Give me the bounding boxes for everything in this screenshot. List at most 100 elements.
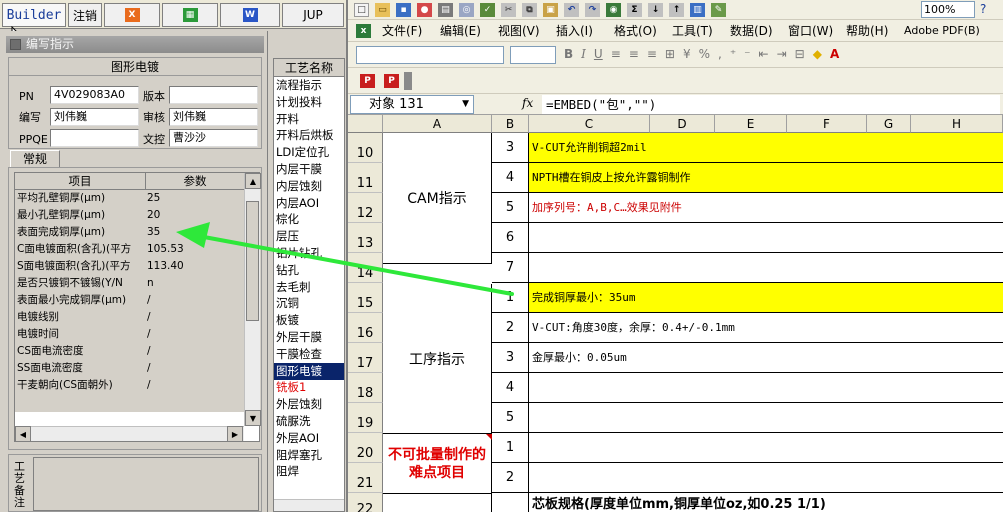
process-list-item[interactable]: 外层AOI [274, 430, 344, 447]
bold-icon[interactable]: B [564, 47, 573, 61]
cell-b[interactable]: 4 [492, 373, 529, 403]
zoom-box[interactable]: 100% [921, 1, 975, 18]
grid-horizontal-scrollbar[interactable]: ◀ ▶ [15, 426, 244, 442]
pdf-convert-icon[interactable]: P [360, 74, 375, 88]
borders-icon[interactable]: ⊟ [795, 47, 805, 61]
param-value[interactable]: / [147, 343, 242, 360]
menu-tools[interactable]: 工具(T) [672, 20, 713, 42]
cell-c[interactable] [529, 403, 1003, 433]
column-header-h[interactable]: H [911, 115, 1003, 133]
row-header[interactable]: 13 [348, 223, 383, 253]
menu-help[interactable]: 帮助(H) [846, 20, 888, 42]
print-preview-icon[interactable]: ◎ [459, 3, 474, 17]
spelling-icon[interactable]: ✓ [480, 3, 495, 17]
menu-data[interactable]: 数据(D) [730, 20, 773, 42]
table-row[interactable]: 电镀线别 / [15, 309, 244, 326]
menu-insert[interactable]: 插入(I) [556, 20, 593, 42]
italic-icon[interactable]: I [581, 47, 586, 61]
process-list-item[interactable]: 阻焊塞孔 [274, 447, 344, 464]
param-value[interactable]: 35 [147, 224, 242, 241]
cell-c[interactable] [529, 433, 1003, 463]
reviewer-field[interactable]: 刘伟巍 [169, 108, 258, 126]
process-list-item[interactable]: 去毛刺 [274, 279, 344, 296]
percent-icon[interactable]: % [699, 47, 710, 61]
param-value[interactable]: 20 [147, 207, 242, 224]
cell-b[interactable]: 2 [492, 463, 529, 493]
version-field[interactable] [169, 86, 258, 104]
font-name-combo[interactable] [356, 46, 504, 64]
increase-indent-icon[interactable]: ⇥ [777, 47, 787, 61]
table-row[interactable]: 电镀时间 / [15, 326, 244, 343]
cell-b[interactable]: 3 [492, 343, 529, 373]
name-box[interactable]: 对象 131 ▼ [350, 95, 474, 114]
row-header[interactable]: 19 [348, 403, 383, 433]
cell-c[interactable]: NPTH槽在铜皮上按允许露铜制作 [529, 163, 1003, 193]
cell-c[interactable]: 完成铜厚最小：35um [529, 283, 1003, 313]
row-header[interactable]: 16 [348, 313, 383, 343]
undo-icon[interactable]: ↶ [564, 3, 579, 17]
increase-decimal-icon[interactable]: ⁺ [730, 47, 736, 61]
table-row[interactable]: 平均孔壁铜厚(μm) 25 [15, 190, 244, 207]
process-list-item[interactable]: 内层蚀刻 [274, 178, 344, 195]
writer-field[interactable]: 刘伟巍 [50, 108, 139, 126]
menu-file[interactable]: 文件(F) [382, 20, 422, 42]
menu-edit[interactable]: 编辑(E) [440, 20, 481, 42]
merged-cell-cam[interactable]: CAM指示 [383, 133, 492, 264]
decrease-indent-icon[interactable]: ⇤ [759, 47, 769, 61]
process-list-item[interactable]: 棕化 [274, 211, 344, 228]
process-list-item[interactable]: 沉铜 [274, 295, 344, 312]
column-header-g[interactable]: G [867, 115, 911, 133]
scroll-right-icon[interactable]: ▶ [227, 426, 243, 442]
table-row[interactable]: C面电镀面积(含孔)(平方 105.53 [15, 241, 244, 258]
process-list-item[interactable]: 干膜检查 [274, 346, 344, 363]
row-header[interactable]: 11 [348, 163, 383, 193]
menu-format[interactable]: 格式(O) [614, 20, 657, 42]
scroll-up-icon[interactable]: ▲ [245, 173, 261, 189]
cell-b[interactable]: 4 [492, 163, 529, 193]
table-row[interactable]: SS面电流密度 / [15, 360, 244, 377]
scroll-left-icon[interactable]: ◀ [15, 426, 31, 442]
print-icon[interactable]: ▤ [438, 3, 453, 17]
cell-b[interactable]: 1 [492, 283, 529, 313]
excel-button[interactable]: X [104, 3, 160, 27]
cell-b[interactable]: 2 [492, 313, 529, 343]
process-list-item[interactable]: 内层AOI [274, 195, 344, 212]
comma-icon[interactable]: , [718, 47, 722, 61]
process-list-item[interactable]: 图形电镀 [274, 362, 344, 380]
row-header[interactable]: 21 [348, 463, 383, 493]
decrease-decimal-icon[interactable]: ⁻ [744, 47, 750, 61]
cell-b[interactable]: 1 [492, 433, 529, 463]
row-header[interactable]: 10 [348, 133, 383, 163]
controller-field[interactable]: 曹沙沙 [169, 129, 258, 147]
process-list-item[interactable]: 阻焊 [274, 463, 344, 480]
column-header-e[interactable]: E [715, 115, 787, 133]
process-list-item[interactable]: 计划投料 [274, 94, 344, 111]
row-header[interactable]: 12 [348, 193, 383, 223]
param-value[interactable]: 25 [147, 190, 242, 207]
dropdown-arrow-icon[interactable]: ▼ [462, 96, 469, 113]
scroll-thumb[interactable] [246, 201, 259, 321]
cell-b[interactable]: 5 [492, 193, 529, 223]
process-list-item[interactable]: 铣板1 [274, 379, 344, 396]
process-list-item[interactable]: 层压 [274, 228, 344, 245]
column-header-c[interactable]: C [529, 115, 650, 133]
cell-c[interactable] [529, 223, 1003, 253]
process-list-item[interactable]: 外层蚀刻 [274, 396, 344, 413]
param-value[interactable]: n [147, 275, 242, 292]
hyperlink-icon[interactable]: ◉ [606, 3, 621, 17]
cell-c[interactable] [529, 463, 1003, 493]
new-icon[interactable]: □ [354, 3, 369, 17]
cell-c[interactable] [529, 253, 1003, 283]
underline-icon[interactable]: U [594, 47, 603, 61]
row-header[interactable]: 15 [348, 283, 383, 313]
process-list-item[interactable]: 流程指示 [274, 77, 344, 94]
process-list-item[interactable]: 开料后烘板 [274, 127, 344, 144]
merge-center-icon[interactable]: ⊞ [665, 47, 675, 61]
cell-b[interactable]: 6 [492, 223, 529, 253]
formula-input[interactable]: =EMBED("包","") [542, 95, 1000, 114]
column-header-a[interactable]: A [383, 115, 492, 133]
currency-icon[interactable]: ¥ [683, 47, 691, 61]
word-button[interactable]: W [220, 3, 280, 27]
table-row[interactable]: CS面电流密度 / [15, 343, 244, 360]
row-header[interactable]: 14 [348, 253, 383, 283]
